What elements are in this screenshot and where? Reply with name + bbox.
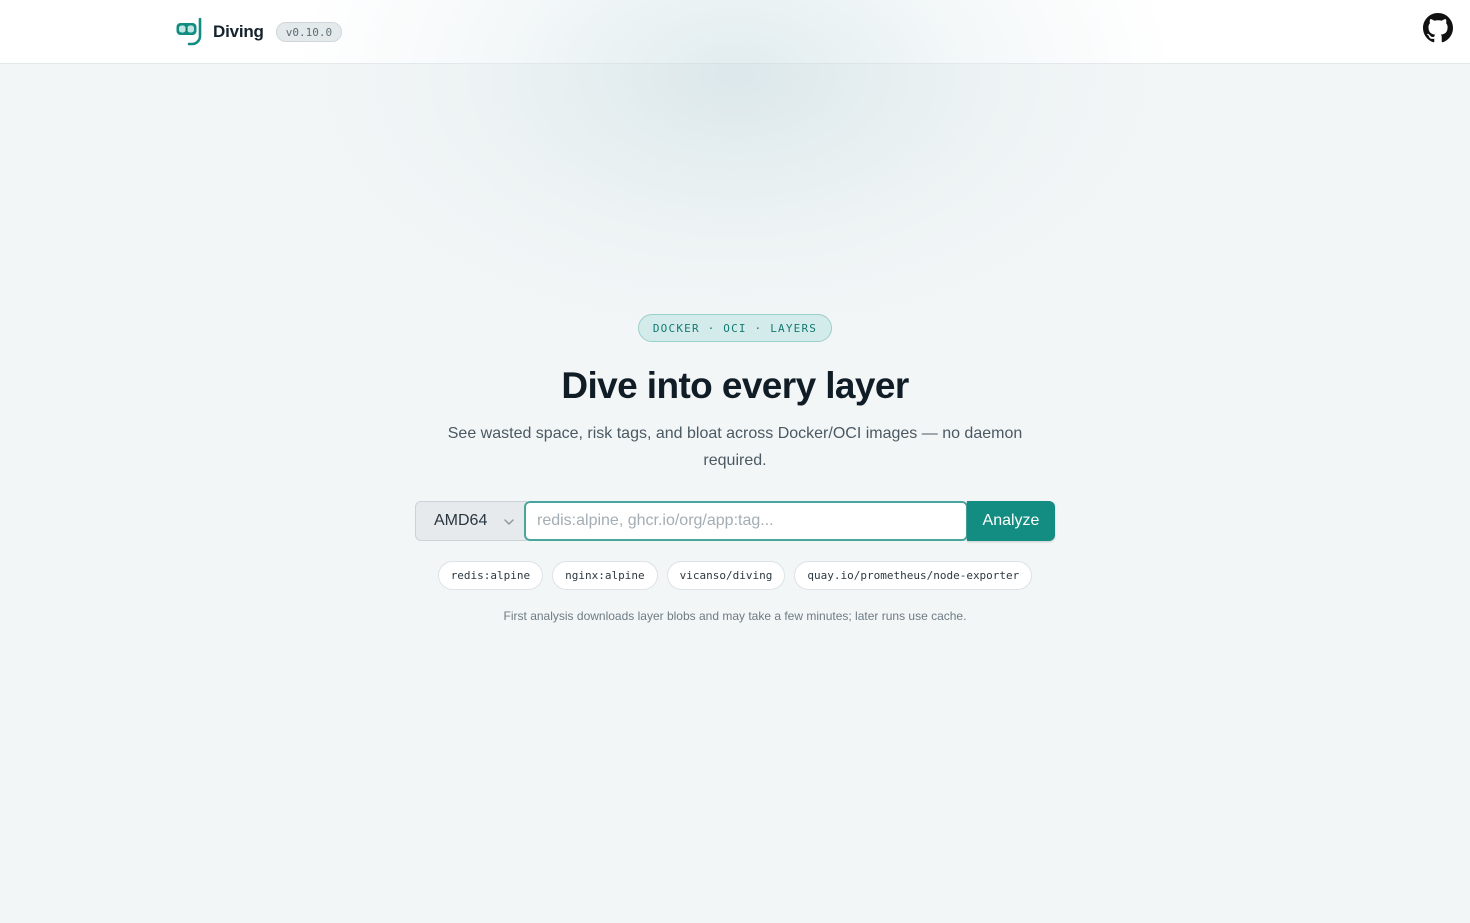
example-chip[interactable]: vicanso/diving bbox=[666, 561, 786, 590]
github-link[interactable] bbox=[1423, 13, 1453, 43]
analyze-button[interactable]: Analyze bbox=[967, 501, 1055, 541]
cache-note: First analysis downloads layer blobs and… bbox=[503, 609, 967, 623]
github-icon bbox=[1423, 13, 1453, 43]
top-navigation-bar: Diving v0.10.0 bbox=[0, 0, 1470, 64]
example-images: redis:alpine nginx:alpine vicanso/diving… bbox=[0, 561, 1470, 590]
example-chip[interactable]: nginx:alpine bbox=[552, 561, 658, 590]
page-title: Dive into every layer bbox=[561, 365, 909, 406]
version-badge: v0.10.0 bbox=[275, 22, 343, 42]
image-reference-input[interactable] bbox=[524, 501, 968, 541]
category-pill: DOCKER · OCI · LAYERS bbox=[638, 314, 832, 342]
diving-mask-snorkel-icon bbox=[176, 17, 202, 46]
page-subtitle: See wasted space, risk tags, and bloat a… bbox=[447, 425, 1023, 469]
example-chip[interactable]: redis:alpine bbox=[437, 561, 544, 590]
image-search-form: AMD64 Analyze bbox=[415, 501, 1055, 541]
architecture-select-value: AMD64 bbox=[434, 512, 488, 529]
example-chip[interactable]: quay.io/prometheus/node-exporter bbox=[794, 561, 1033, 590]
architecture-select[interactable]: AMD64 bbox=[415, 501, 527, 541]
brand-name: Diving bbox=[213, 22, 264, 41]
chevron-down-icon bbox=[504, 519, 514, 525]
brand[interactable]: Diving v0.10.0 bbox=[175, 17, 343, 47]
